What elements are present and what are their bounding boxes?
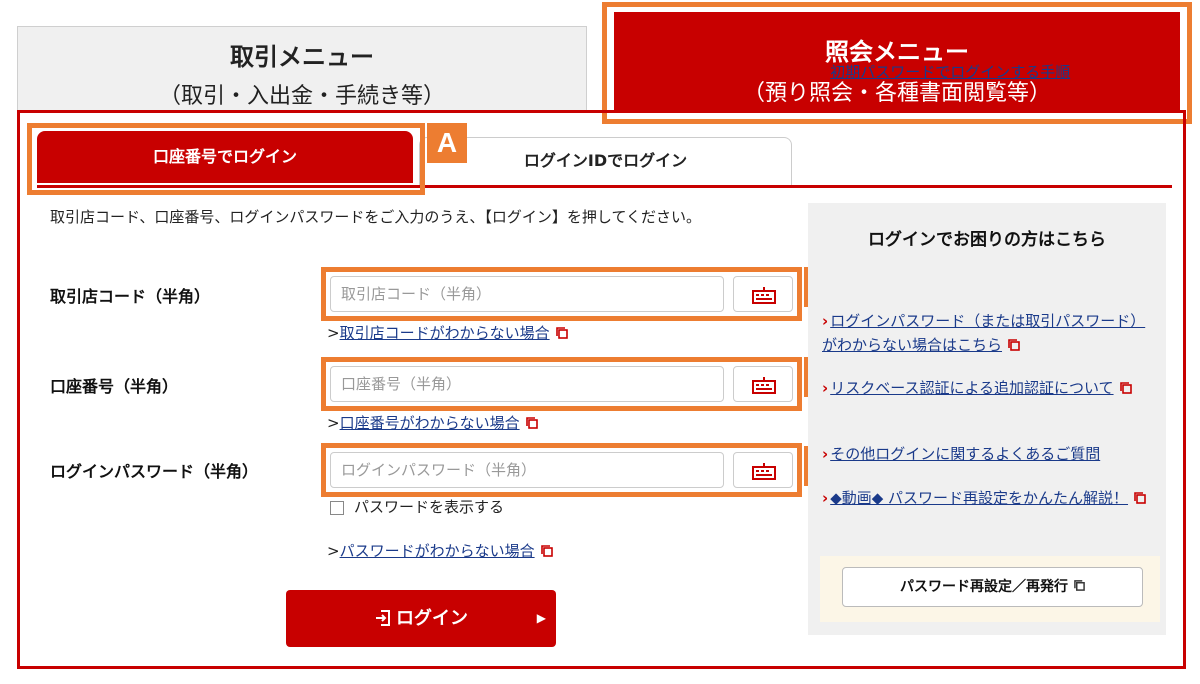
help-item-initial-password[interactable]: › 初期パスワードでログインする手順 xyxy=(822,60,1158,85)
login-icon xyxy=(374,608,396,629)
help-item-forgot-password[interactable]: › ログインパスワード（または取引パスワード）がわからない場合はこちら xyxy=(822,309,1158,358)
chevron-right-icon: › xyxy=(822,312,829,330)
trade-menu-title: 取引メニュー xyxy=(230,43,374,71)
help-item-risk-based-auth[interactable]: › リスクベース認証による追加認証について xyxy=(822,376,1158,401)
link-prefix: > xyxy=(327,542,340,560)
password-help-link[interactable]: >パスワードがわからない場合 xyxy=(327,540,553,561)
external-link-icon xyxy=(1076,61,1089,85)
branch-code-help-text[interactable]: 取引店コードがわからない場合 xyxy=(340,324,550,342)
tab-loginid-login[interactable]: ログインIDでログイン xyxy=(419,137,792,185)
help-item-text[interactable]: ログインパスワード（または取引パスワード）がわからない場合はこちら xyxy=(822,312,1145,354)
show-password-toggle[interactable]: パスワードを表示する xyxy=(330,496,504,517)
external-link-icon xyxy=(525,415,538,433)
chevron-right-icon: › xyxy=(822,489,829,507)
highlight-c xyxy=(321,357,802,411)
help-item-text[interactable]: ◆動画◆ パスワード再設定をかんたん解説！ xyxy=(830,489,1128,507)
external-link-icon xyxy=(1074,568,1085,606)
external-link-icon xyxy=(1134,487,1146,511)
password-help-text[interactable]: パスワードがわからない場合 xyxy=(340,542,535,560)
external-link-icon xyxy=(1008,334,1020,358)
help-item-text[interactable]: リスクベース認証による追加認証について xyxy=(830,379,1113,397)
help-box-title: ログインでお困りの方はこちら xyxy=(868,230,1106,250)
chevron-right-icon: › xyxy=(822,445,829,463)
account-number-label: 口座番号（半角） xyxy=(50,377,179,396)
highlight-a xyxy=(27,123,425,195)
password-reset-label: パスワード再設定／再発行 xyxy=(900,579,1068,595)
chevron-right-icon: › xyxy=(822,63,829,81)
external-link-icon xyxy=(1119,377,1132,401)
login-button[interactable]: ログイン ▶ xyxy=(286,590,556,647)
help-item-video[interactable]: › ◆動画◆ パスワード再設定をかんたん解説！ xyxy=(822,486,1158,511)
trade-menu-subtitle: （取引・入出金・手続き等） xyxy=(158,84,445,109)
external-link-icon xyxy=(555,325,568,343)
chevron-right-icon: › xyxy=(822,379,829,397)
highlight-d xyxy=(321,443,802,497)
branch-code-label: 取引店コード（半角） xyxy=(50,287,211,306)
branch-code-help-link[interactable]: >取引店コードがわからない場合 xyxy=(327,322,568,343)
help-item-text[interactable]: 初期パスワードでログインする手順 xyxy=(830,63,1070,81)
show-password-label: パスワードを表示する xyxy=(354,498,505,516)
login-arrow-icon: ▶ xyxy=(536,611,546,625)
link-prefix: > xyxy=(327,324,340,342)
password-label: ログインパスワード（半角） xyxy=(50,462,259,481)
account-number-help-link[interactable]: >口座番号がわからない場合 xyxy=(327,412,538,433)
show-password-checkbox[interactable] xyxy=(330,500,344,515)
password-reset-button[interactable]: パスワード再設定／再発行 xyxy=(842,567,1143,607)
external-link-icon xyxy=(540,543,553,561)
login-button-label: ログイン xyxy=(396,608,468,629)
help-item-text[interactable]: その他ログインに関するよくあるご質問 xyxy=(830,445,1100,463)
login-instruction: 取引店コード、口座番号、ログインパスワードをご入力のうえ、【ログイン】を押してく… xyxy=(50,208,702,226)
link-prefix: > xyxy=(327,414,340,432)
highlight-b xyxy=(321,267,802,321)
account-number-help-text[interactable]: 口座番号がわからない場合 xyxy=(340,414,520,432)
help-item-faq[interactable]: › その他ログインに関するよくあるご質問 xyxy=(822,442,1158,466)
trade-menu-tab[interactable]: 取引メニュー （取引・入出金・手続き等） xyxy=(17,26,587,110)
badge-a: A xyxy=(427,123,467,163)
